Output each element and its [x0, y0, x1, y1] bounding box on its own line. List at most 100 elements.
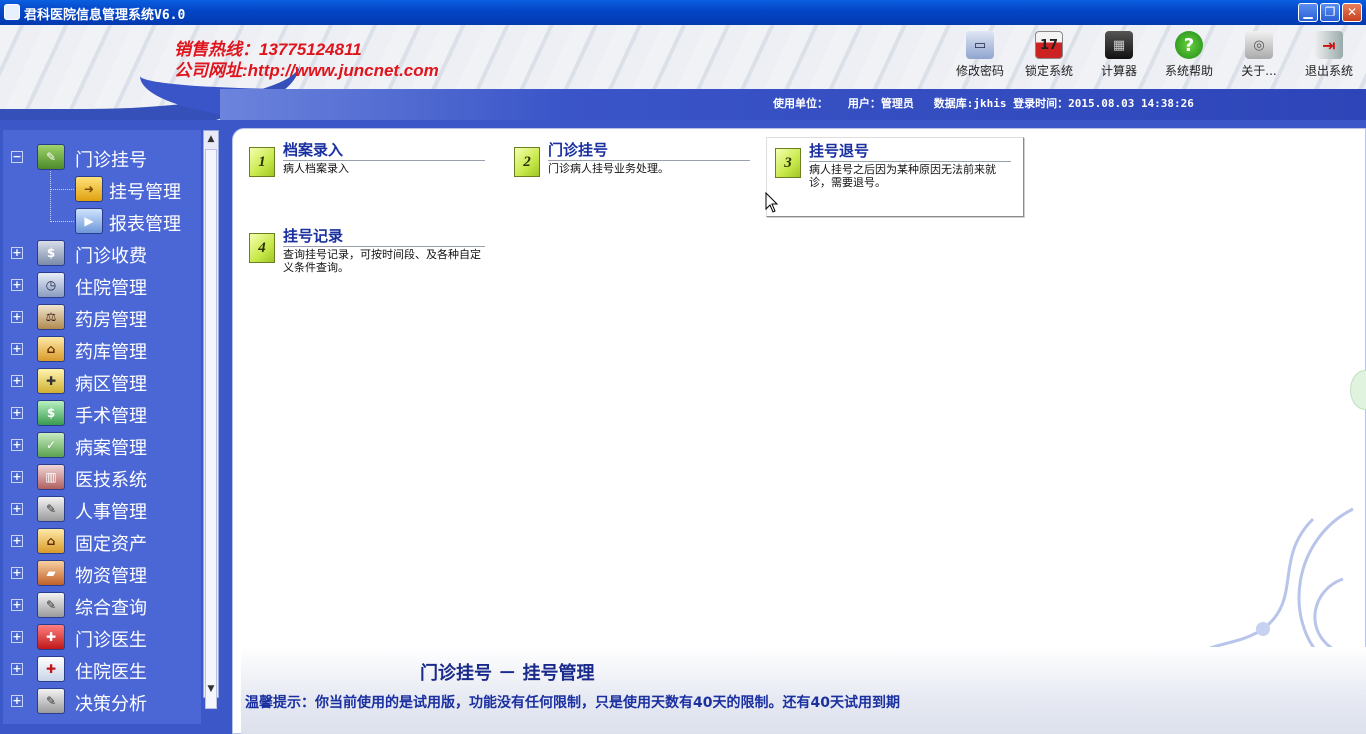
- expand-icon[interactable]: +: [11, 439, 23, 451]
- sidebar-item-inpatient-management[interactable]: + ◷ 住院管理: [3, 269, 201, 301]
- about-icon: ◎: [1245, 31, 1273, 59]
- trial-notice: 温馨提示：你当前使用的是试用版，功能没有任何限制，只是使用天数有40天的限制。还…: [245, 695, 900, 711]
- sidebar-item-supplies[interactable]: + ▰ 物资管理: [3, 557, 201, 589]
- expand-icon[interactable]: +: [11, 599, 23, 611]
- sidebar-item-outpatient-registration[interactable]: − ✎ 门诊挂号: [3, 141, 201, 173]
- card-description: 查询挂号记录，可按时间段、及各种自定义条件查询。: [283, 248, 481, 274]
- sidebar-item-label: 病区管理: [75, 374, 147, 395]
- expand-icon[interactable]: +: [11, 503, 23, 515]
- maximize-button[interactable]: ❐: [1320, 3, 1340, 22]
- sidebar-item-inpatient-doctor[interactable]: + ✚ 住院医生: [3, 653, 201, 685]
- change-password-button[interactable]: ▭ 修改密码: [948, 31, 1012, 81]
- sidebar-item-decision-analysis[interactable]: + ✎ 决策分析: [3, 685, 201, 717]
- sidebar-item-personnel[interactable]: + ✎ 人事管理: [3, 493, 201, 525]
- expand-icon[interactable]: +: [11, 311, 23, 323]
- sidebar-item-pharmacy[interactable]: + ⚖ 药房管理: [3, 301, 201, 333]
- status-strip: [241, 647, 1366, 734]
- assets-icon: ⌂: [37, 528, 65, 554]
- system-help-button[interactable]: ? 系统帮助: [1157, 31, 1221, 81]
- card-title[interactable]: 门诊挂号: [548, 139, 608, 160]
- sidebar-item-fixed-assets[interactable]: + ⌂ 固定资产: [3, 525, 201, 557]
- expand-icon[interactable]: +: [11, 471, 23, 483]
- sidebar-item-label: 决策分析: [75, 694, 147, 715]
- exit-system-button[interactable]: ⇥ 退出系统: [1297, 31, 1361, 81]
- sidebar-item-medical-tech[interactable]: + ▥ 医技系统: [3, 461, 201, 493]
- sidebar-item-general-query[interactable]: + ✎ 综合查询: [3, 589, 201, 621]
- case-record-icon: ✓: [37, 432, 65, 458]
- window-title: 君科医院信息管理系统V6.0: [24, 8, 186, 23]
- sidebar-item-case-records[interactable]: + ✓ 病案管理: [3, 429, 201, 461]
- card-title[interactable]: 档案录入: [283, 139, 343, 160]
- card-divider: [283, 246, 485, 247]
- expand-icon[interactable]: +: [11, 407, 23, 419]
- sidebar-item-label: 门诊收费: [75, 246, 147, 267]
- card-number-badge: 3: [775, 148, 801, 178]
- medtech-icon: ▥: [37, 464, 65, 490]
- outpatient-doctor-icon: ✚: [37, 624, 65, 650]
- company-website: 公司网址:http://www.juncnet.com: [174, 61, 439, 80]
- sidebar-item-surgery[interactable]: + $ 手术管理: [3, 397, 201, 429]
- sidebar-item-label: 手术管理: [75, 406, 147, 427]
- billing-icon: $: [37, 240, 65, 266]
- sidebar-item-label: 人事管理: [75, 502, 147, 523]
- card-description: 门诊病人挂号业务处理。: [548, 162, 669, 175]
- warehouse-icon: ⌂: [37, 336, 65, 362]
- expand-icon[interactable]: +: [11, 375, 23, 387]
- expand-icon[interactable]: +: [11, 663, 23, 675]
- card-divider: [809, 161, 1011, 162]
- minimize-button[interactable]: ▁: [1298, 3, 1318, 22]
- sidebar-item-label: 综合查询: [75, 598, 147, 619]
- card-divider: [548, 160, 750, 161]
- tool-label: 退出系统: [1304, 64, 1353, 78]
- sidebar-item-outpatient-doctor[interactable]: + ✚ 门诊医生: [3, 621, 201, 653]
- app-icon: [4, 4, 20, 20]
- scroll-up-icon[interactable]: ▲: [204, 131, 218, 147]
- function-card-outpatient-registration[interactable]: 2 门诊挂号 门诊病人挂号业务处理。: [506, 137, 764, 217]
- about-button[interactable]: ◎ 关于...: [1227, 31, 1291, 81]
- card-title[interactable]: 挂号退号: [809, 140, 869, 161]
- scroll-down-icon[interactable]: ▼: [204, 681, 218, 697]
- expand-icon[interactable]: +: [11, 631, 23, 643]
- inpatient-icon: ◷: [37, 272, 65, 298]
- card-title[interactable]: 挂号记录: [283, 225, 343, 246]
- collapse-icon[interactable]: −: [11, 151, 23, 163]
- function-card-registration-records[interactable]: 4 挂号记录 查询挂号记录，可按时间段、及各种自定义条件查询。: [241, 223, 499, 303]
- lock-system-button[interactable]: 17 锁定系统: [1017, 31, 1081, 81]
- sidebar-item-label: 门诊挂号: [75, 150, 147, 171]
- help-icon: ?: [1175, 31, 1203, 59]
- main-panel: 1 档案录入 病人档案录入 2 门诊挂号 门诊病人挂号业务处理。 3 挂号退号 …: [232, 128, 1366, 734]
- pharmacy-icon: ⚖: [37, 304, 65, 330]
- session-info: 使用单位： 用户：管理员 数据库:jkhis 登录时间：2015.08.03 1…: [773, 97, 1194, 110]
- sidebar-subitem-registration-management[interactable]: ➜ 挂号管理: [3, 173, 201, 205]
- card-divider: [283, 160, 485, 161]
- calculator-button[interactable]: ▦ 计算器: [1087, 31, 1151, 81]
- tool-label: 系统帮助: [1164, 64, 1213, 78]
- registration-icon: ✎: [37, 144, 65, 170]
- expand-icon[interactable]: +: [11, 535, 23, 547]
- card-description: 病人档案录入: [283, 162, 349, 175]
- sidebar-item-label: 药房管理: [75, 310, 147, 331]
- title-bar: 君科医院信息管理系统V6.0 ▁ ❐ ✕: [0, 0, 1366, 25]
- expand-icon[interactable]: +: [11, 247, 23, 259]
- expand-icon[interactable]: +: [11, 695, 23, 707]
- sidebar-scrollbar[interactable]: ▲ ▼: [203, 130, 219, 709]
- function-card-archive-entry[interactable]: 1 档案录入 病人档案录入: [241, 137, 499, 217]
- sidebar-item-label: 医技系统: [75, 470, 147, 491]
- surgery-icon: $: [37, 400, 65, 426]
- sidebar-item-drug-warehouse[interactable]: + ⌂ 药库管理: [3, 333, 201, 365]
- sidebar-item-ward-management[interactable]: + ✚ 病区管理: [3, 365, 201, 397]
- tool-label: 锁定系统: [1024, 64, 1073, 78]
- sidebar-item-label: 物资管理: [75, 566, 147, 587]
- inpatient-doctor-icon: ✚: [37, 656, 65, 682]
- expand-icon[interactable]: +: [11, 343, 23, 355]
- expand-icon[interactable]: +: [11, 567, 23, 579]
- function-card-registration-refund[interactable]: 3 挂号退号 病人挂号之后因为某种原因无法前来就诊，需要退号。: [766, 137, 1024, 217]
- scrollbar-thumb[interactable]: [205, 149, 217, 709]
- sidebar-subitem-report-management[interactable]: ▶ 报表管理: [3, 205, 201, 237]
- sidebar-item-outpatient-billing[interactable]: + $ 门诊收费: [3, 237, 201, 269]
- sidebar-subitem-label: 报表管理: [109, 214, 181, 235]
- card-number-badge: 2: [514, 147, 540, 177]
- close-button[interactable]: ✕: [1342, 3, 1362, 22]
- tool-label: 计算器: [1100, 64, 1137, 78]
- expand-icon[interactable]: +: [11, 279, 23, 291]
